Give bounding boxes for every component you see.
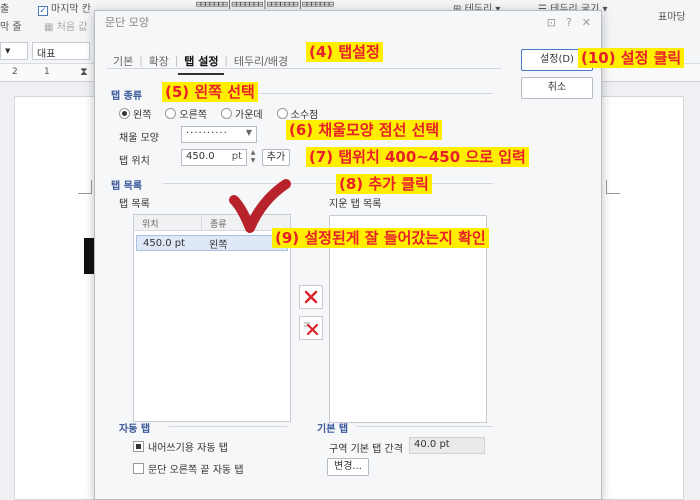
hanging-indent-label: 내어쓰기용 자동 탭 bbox=[148, 443, 228, 454]
row-type: 왼쪽 bbox=[209, 239, 228, 251]
section-divider bbox=[169, 426, 287, 427]
change-button[interactable]: 변경... bbox=[327, 458, 369, 476]
tab-position-input[interactable]: 450.0 pt bbox=[181, 149, 247, 166]
spin-down-icon[interactable]: ▼ bbox=[248, 157, 258, 165]
last-cell-checkbox[interactable]: ✓ 마지막 칸 bbox=[38, 0, 91, 16]
close-icon[interactable]: ✕ bbox=[582, 16, 591, 29]
annotation-step-7: (7) 탭위치 400~450 으로 입력 bbox=[306, 147, 529, 167]
tab-list[interactable]: 위치 종류 450.0 pt 왼쪽 bbox=[133, 214, 291, 422]
last-line-label: 막 줄 bbox=[0, 22, 22, 33]
right-end-label: 문단 오른쪽 끝 자동 탭 bbox=[148, 465, 244, 476]
table-menu-label[interactable]: 표마당 bbox=[658, 8, 686, 23]
line-spacing-label: 출 bbox=[0, 4, 10, 15]
delete-all-tabs-button[interactable] bbox=[299, 316, 323, 340]
row-position: 450.0 pt bbox=[143, 237, 186, 249]
checkbox-icon bbox=[133, 441, 144, 452]
dialog-title: 문단 모양 bbox=[105, 16, 149, 29]
col-position-header[interactable]: 위치 bbox=[134, 215, 202, 230]
section-divider bbox=[357, 426, 493, 427]
basic-tab-interval-value: 40.0 pt bbox=[409, 437, 485, 454]
section-divider bbox=[163, 183, 493, 184]
tab-list-section-title: 탭 목록 bbox=[111, 181, 143, 192]
tab-list-label: 탭 목록 bbox=[119, 199, 150, 210]
radio-decimal[interactable]: 소수점 bbox=[276, 106, 318, 121]
grid-icon: ▦ bbox=[44, 22, 57, 33]
check-icon: ✓ bbox=[38, 6, 48, 16]
radio-left[interactable]: 왼쪽 bbox=[119, 106, 151, 121]
hanging-indent-checkbox[interactable]: 내어쓰기용 자동 탭 bbox=[133, 439, 228, 454]
ruler-mark: 1 bbox=[44, 67, 50, 77]
radio-dot-icon bbox=[276, 108, 288, 119]
annotation-step-4: (4) 탭설정 bbox=[306, 42, 383, 62]
page-corner-mark bbox=[606, 180, 620, 194]
checkbox-icon bbox=[133, 463, 144, 474]
same-value-item[interactable]: ▦ 처음 값 bbox=[44, 18, 87, 33]
tab-extended[interactable]: 확장 bbox=[143, 53, 175, 69]
fill-shape-label: 채울 모양 bbox=[119, 133, 159, 144]
tab-tab-settings[interactable]: 탭 설정 bbox=[178, 53, 225, 75]
tab-underline bbox=[107, 68, 501, 69]
radio-dot-icon bbox=[119, 108, 130, 119]
radio-dot-icon bbox=[165, 108, 177, 119]
tab-type-radio-group: 왼쪽 오른쪽 가운데 소수점 bbox=[119, 106, 318, 121]
add-button[interactable]: 추가 bbox=[262, 149, 290, 166]
document-content-block bbox=[84, 238, 94, 274]
annotation-step-8: (8) 추가 클릭 bbox=[336, 174, 432, 194]
basic-tab-section-title: 기본 탭 bbox=[317, 424, 349, 435]
help-icon[interactable]: ? bbox=[566, 16, 572, 29]
annotation-step-5: (5) 왼쪽 선택 bbox=[162, 82, 258, 102]
indent-marker-icon[interactable]: ⧗ bbox=[80, 65, 88, 79]
removed-tab-list-label: 지운 탭 목록 bbox=[329, 199, 382, 210]
radio-dot-icon bbox=[221, 108, 233, 119]
annotation-step-6: (6) 채울모양 점선 선택 bbox=[286, 120, 443, 140]
ruler-mark: 2 bbox=[12, 67, 18, 77]
tab-basic[interactable]: 기본 bbox=[107, 53, 139, 69]
right-end-checkbox[interactable]: 문단 오른쪽 끝 자동 탭 bbox=[133, 461, 244, 476]
page-corner-mark bbox=[78, 180, 92, 194]
radio-center[interactable]: 가운데 bbox=[221, 106, 263, 121]
tab-border-background[interactable]: 테두리/배경 bbox=[228, 53, 294, 69]
tab-position-value: 450.0 bbox=[186, 151, 215, 162]
delete-tab-button[interactable] bbox=[299, 285, 323, 309]
radio-right[interactable]: 오른쪽 bbox=[165, 106, 207, 121]
annotation-step-9: (9) 설정된게 잘 들어갔는지 확인 bbox=[272, 228, 489, 248]
dialog-titlebar: 문단 모양 ⊡ ? ✕ bbox=[95, 11, 601, 33]
chevron-down-icon: ▼ bbox=[245, 128, 253, 137]
fill-shape-select[interactable]: ·········· ▼ bbox=[181, 126, 257, 143]
chevron-down-icon: ▼ bbox=[5, 47, 11, 55]
basic-tab-interval-label: 구역 기본 탭 간격 bbox=[329, 444, 403, 455]
tab-type-section-title: 탭 종류 bbox=[111, 91, 143, 102]
cancel-button[interactable]: 취소 bbox=[521, 77, 593, 99]
annotation-step-10: (10) 설정 클릭 bbox=[578, 48, 685, 68]
fill-shape-value: ·········· bbox=[186, 128, 228, 139]
restore-icon[interactable]: ⊡ bbox=[547, 16, 556, 29]
delete-x-icon bbox=[304, 290, 318, 304]
position-spinner[interactable]: ▲ ▼ bbox=[248, 149, 258, 166]
size-combo[interactable]: ▼ bbox=[0, 42, 28, 60]
tab-position-label: 탭 위치 bbox=[119, 156, 150, 167]
tab-position-unit: pt bbox=[231, 151, 242, 162]
spin-up-icon[interactable]: ▲ bbox=[248, 149, 258, 157]
border-pattern-strip[interactable]: ⊟⊟⊟⊟⊟⊟⊟|⊟⊟⊟⊟⊟⊟⊟|⊟⊟⊟⊟⊟⊟⊟|⊟⊟⊟⊟⊟⊟⊟ bbox=[196, 0, 334, 10]
dialog-tabs: 기본 | 확장 | 탭 설정 | 테두리/배경 bbox=[107, 47, 294, 75]
style-combo[interactable]: 대표 bbox=[32, 42, 90, 60]
delete-all-icon bbox=[304, 322, 319, 336]
auto-tab-section-title: 자동 탭 bbox=[119, 424, 151, 435]
